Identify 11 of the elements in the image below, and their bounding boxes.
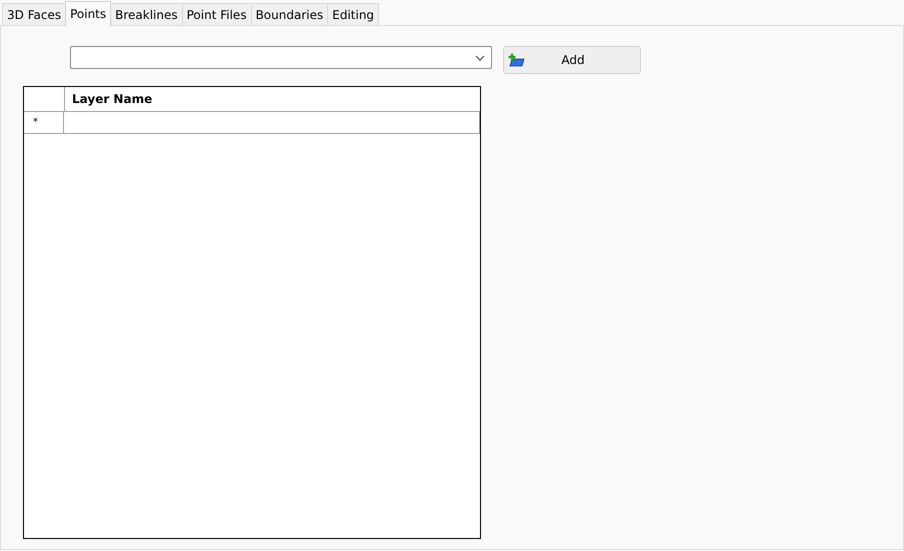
- tab[interactable]: 3D Faces: [2, 3, 66, 25]
- tab[interactable]: Point Files: [182, 3, 252, 25]
- tab[interactable]: Breaklines: [110, 3, 183, 25]
- layer-dropdown[interactable]: [70, 46, 492, 69]
- tab[interactable]: Points: [65, 1, 112, 26]
- tab[interactable]: Boundaries: [250, 3, 328, 25]
- add-button[interactable]: Add: [503, 46, 641, 74]
- chevron-down-icon: [475, 54, 485, 60]
- add-layer-icon: [508, 53, 526, 67]
- column-header: Layer Name: [71, 91, 154, 108]
- tab[interactable]: Editing: [327, 3, 380, 25]
